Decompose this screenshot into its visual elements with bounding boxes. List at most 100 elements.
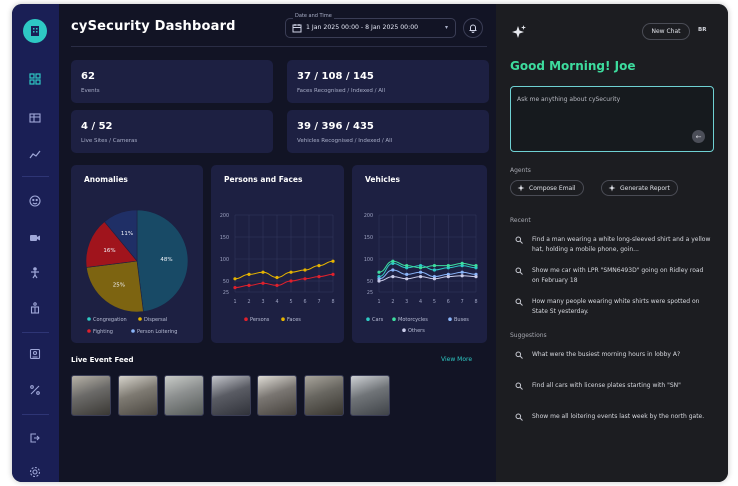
camera-icon[interactable] (27, 230, 43, 246)
data-point (391, 268, 395, 272)
calendar-icon (292, 24, 302, 33)
legend-label: Cars (372, 317, 384, 323)
data-point (418, 270, 423, 274)
stat-value: 39 / 396 / 435 (297, 121, 374, 132)
y-tick-label: 200 (364, 213, 373, 219)
stat-live-sites: 4 / 52 Live Sites / Cameras (71, 110, 273, 153)
search-icon (515, 298, 523, 306)
data-point (331, 259, 335, 263)
y-tick-label: 100 (220, 257, 229, 263)
search-icon (515, 382, 523, 390)
query-text: What were the busiest morning hours in l… (532, 351, 681, 358)
data-point (460, 270, 464, 274)
view-more-link[interactable]: View More (441, 356, 472, 363)
date-range-label: Date and Time (293, 13, 334, 19)
legend-dot (402, 328, 406, 332)
person-icon[interactable] (27, 265, 43, 281)
sparkle-icon (608, 184, 616, 192)
send-button[interactable]: ← (692, 130, 705, 143)
y-tick-label: 25 (367, 290, 373, 296)
legend-label: Persons (250, 317, 270, 323)
avatar[interactable]: BR (698, 27, 706, 33)
data-point (275, 275, 279, 280)
x-tick-label: 2 (391, 299, 394, 305)
pie-label: 48% (160, 257, 172, 263)
data-point (474, 275, 478, 279)
data-point (432, 264, 437, 268)
x-tick-label: 6 (447, 299, 450, 305)
percent-icon[interactable] (27, 382, 43, 398)
pie-label: 25% (113, 282, 125, 288)
search-icon (515, 267, 523, 275)
persons-faces-line-chart: 25 50 100 150 200 1 2 3 4 5 6 7 8 Persons Faces (220, 213, 335, 323)
x-tick-label: 8 (331, 299, 334, 305)
building-icon[interactable] (27, 300, 43, 316)
id-card-icon[interactable] (27, 346, 43, 362)
chip-label: Compose Email (529, 184, 576, 192)
data-point (331, 272, 335, 276)
x-tick-label: 2 (247, 299, 250, 305)
x-tick-label: 1 (377, 299, 380, 305)
y-tick-label: 200 (220, 213, 229, 219)
trend-icon[interactable] (27, 147, 43, 163)
dashboard-main: cySecurity Dashboard Date and Time 1 Jan… (59, 4, 496, 482)
new-chat-button[interactable]: New Chat (642, 23, 690, 40)
data-point (391, 275, 395, 279)
logo-icon[interactable] (23, 19, 47, 43)
legend-dot (131, 329, 135, 333)
legend-label: Fighting (93, 329, 113, 335)
x-tick-label: 6 (303, 299, 306, 305)
stat-value: 62 (81, 71, 95, 82)
data-point (233, 286, 237, 290)
chevron-down-icon: ▾ (444, 24, 448, 31)
pie-label: 16% (103, 248, 115, 254)
data-point (247, 272, 251, 276)
data-point (405, 277, 409, 281)
data-point (405, 264, 409, 268)
chat-input[interactable] (517, 93, 697, 105)
stat-value: 37 / 108 / 145 (297, 71, 374, 82)
data-point (432, 268, 437, 272)
data-point (377, 270, 381, 274)
data-point (289, 270, 293, 274)
dashboard-icon[interactable] (27, 71, 43, 87)
logout-icon[interactable] (27, 430, 43, 446)
camera-thumbnail[interactable] (350, 375, 390, 416)
camera-thumbnail[interactable] (210, 375, 251, 416)
query-text: Find a man wearing a white long-sleeved … (532, 236, 711, 253)
data-point (432, 277, 437, 281)
live-feed-title: Live Event Feed (71, 356, 134, 364)
data-point (261, 281, 265, 285)
generate-report-button[interactable]: Generate Report (601, 180, 678, 196)
search-icon (515, 351, 523, 359)
camera-thumbnail[interactable] (164, 375, 204, 416)
legend-label: Others (408, 328, 425, 334)
data-point (418, 275, 423, 279)
table-icon[interactable] (27, 110, 43, 126)
stat-faces: 37 / 108 / 145 Faces Recognised / Indexe… (287, 60, 489, 103)
suggestions-label: Suggestions (510, 332, 547, 339)
legend-label: Faces (287, 317, 301, 323)
stat-vehicles: 39 / 396 / 435 Vehicles Recognised / Ind… (287, 110, 489, 153)
x-tick-label: 8 (474, 299, 477, 305)
stat-events: 62 Events (71, 60, 273, 103)
camera-thumbnail[interactable] (257, 375, 297, 416)
vehicles-line-chart: 25 50 100 150 200 1 2 3 4 5 6 7 8 Cars Motorcycles Buse… (364, 213, 478, 334)
search-icon (515, 413, 523, 421)
settings-icon[interactable] (27, 464, 43, 480)
data-point (317, 264, 321, 268)
date-range-picker[interactable]: Date and Time 1 Jan 2025 00:00 - 8 Jan 2… (285, 13, 456, 38)
anomalies-card: Anomalies 48% 25% 16% 11% Congregation Disper… (71, 165, 203, 343)
query-text: How many people wearing white shirts wer… (532, 298, 700, 315)
face-icon[interactable] (27, 193, 43, 209)
legend-dot (366, 317, 370, 321)
data-point (446, 275, 450, 279)
y-tick-label: 25 (223, 290, 229, 296)
y-tick-label: 100 (364, 257, 373, 263)
data-point (474, 264, 478, 268)
notification-button[interactable] (463, 18, 483, 38)
camera-thumbnail[interactable] (303, 375, 344, 416)
camera-thumbnail[interactable] (71, 375, 111, 416)
compose-email-button[interactable]: Compose Email (510, 180, 584, 196)
camera-thumbnail[interactable] (117, 375, 158, 416)
